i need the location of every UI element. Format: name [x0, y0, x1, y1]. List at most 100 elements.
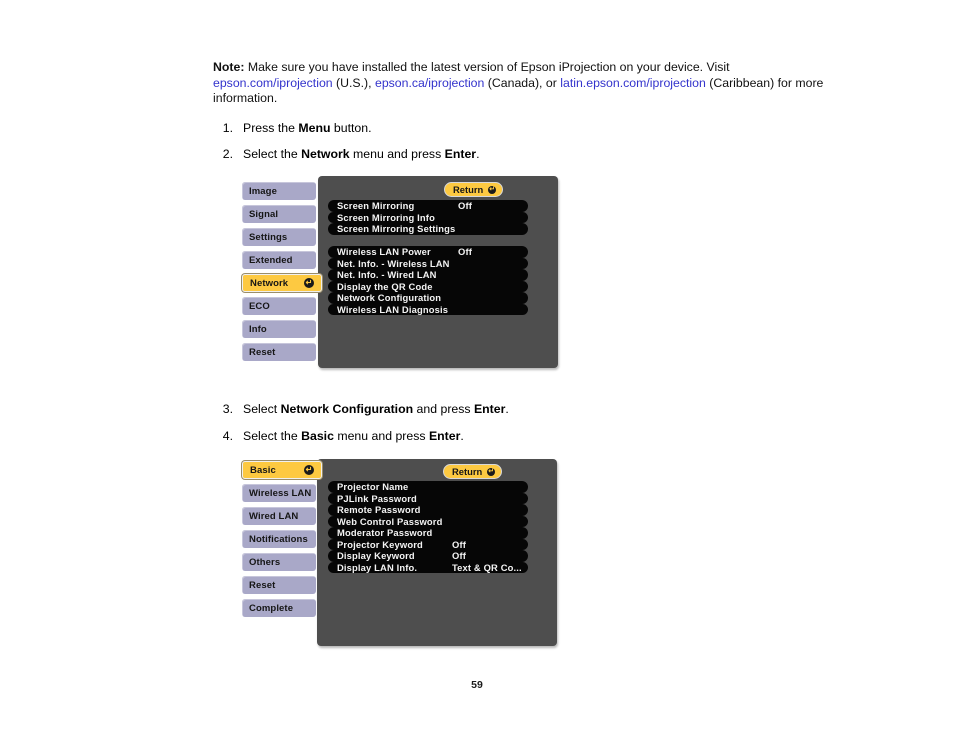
- step-text-mid: and press: [413, 402, 474, 416]
- osd-item-value: Off: [452, 538, 466, 550]
- step-item-2: 2. Select the Network menu and press Ente…: [213, 147, 833, 163]
- osd-item-label: Display LAN Info.: [337, 561, 418, 573]
- osd-menu-item-projector-name[interactable]: Projector Name: [328, 481, 528, 493]
- return-label: Return: [452, 466, 483, 477]
- osd-menu-group-1: Projector Name PJLink Password Remote Pa…: [328, 481, 528, 573]
- step-bold-1: Network: [301, 147, 350, 162]
- step-text-pre: Press the: [243, 120, 299, 135]
- osd-tab-label: Image: [249, 185, 277, 197]
- osd-tab-label: Basic: [250, 464, 276, 476]
- osd-tab-others[interactable]: Others: [242, 552, 324, 572]
- steps-list-1: 1. Press the Menu button. 2. Select the Ne…: [213, 121, 833, 163]
- osd-item-label: Screen Mirroring: [337, 200, 415, 212]
- osd-item-value: Off: [458, 200, 472, 212]
- page-number: 59: [471, 679, 483, 691]
- osd-menu-item-net-info-wireless-lan[interactable]: Net. Info. - Wireless LAN: [328, 257, 528, 269]
- step-item-4: 4. Select the Basic menu and press Enter.: [213, 429, 833, 445]
- osd-menu-item-net-info-wired-lan[interactable]: Net. Info. - Wired LAN: [328, 269, 528, 281]
- osd-tab-notifications[interactable]: Notifications: [242, 529, 324, 549]
- osd-item-label: Wireless LAN Power: [337, 246, 431, 258]
- osd-item-value: Text & QR Co...: [452, 561, 522, 573]
- osd-menu-item-remote-password[interactable]: Remote Password: [328, 504, 528, 516]
- osd-item-value: Off: [458, 246, 472, 258]
- osd-menu-item-network-configuration[interactable]: Network Configuration: [328, 292, 528, 304]
- osd-tab-eco[interactable]: ECO: [242, 296, 324, 316]
- osd-menu-item-wireless-lan-power[interactable]: Wireless LAN Power Off: [328, 246, 528, 258]
- osd-item-label: Wireless LAN Diagnosis: [337, 303, 449, 315]
- osd-item-label: Network Configuration: [337, 292, 442, 304]
- osd-tab-complete[interactable]: Complete: [242, 598, 324, 618]
- osd-tab-label: Signal: [249, 208, 279, 220]
- step-number: 2.: [222, 147, 233, 162]
- osd-tab-network[interactable]: Network ↵: [242, 274, 331, 294]
- step-number: 3.: [222, 402, 233, 416]
- osd-item-label: Remote Password: [337, 504, 421, 516]
- osd-tab-label: Complete: [249, 602, 294, 614]
- osd-item-label: Display the QR Code: [337, 280, 433, 292]
- osd-menu-item-screen-mirroring-settings[interactable]: Screen Mirroring Settings: [328, 223, 528, 235]
- osd-tab-info[interactable]: Info: [242, 319, 324, 339]
- link-epson-ca-iprojection[interactable]: epson.ca/iprojection: [375, 76, 484, 90]
- osd-menu-group-1: Screen Mirroring Off Screen Mirroring In…: [328, 200, 528, 235]
- osd-menu-item-web-control-password[interactable]: Web Control Password: [328, 515, 528, 527]
- osd-tab-signal[interactable]: Signal: [242, 204, 324, 224]
- link-latin-epson-com-iprojection[interactable]: latin.epson.com/iprojection: [560, 76, 706, 90]
- osd-tab-label: Info: [249, 323, 267, 335]
- osd-tab-settings[interactable]: Settings: [242, 227, 324, 247]
- osd-menu-item-display-the-qr-code[interactable]: Display the QR Code: [328, 280, 528, 292]
- osd-tab-wired-lan[interactable]: Wired LAN: [242, 506, 324, 526]
- osd-menu-item-wireless-lan-diagnosis[interactable]: Wireless LAN Diagnosis: [328, 303, 528, 315]
- osd-tab-label: Extended: [249, 254, 293, 266]
- step-number: 1.: [222, 120, 233, 135]
- osd-tab-reset[interactable]: Reset: [242, 342, 324, 362]
- osd-item-label: Net. Info. - Wired LAN: [337, 269, 437, 281]
- osd-item-label: Moderator Password: [337, 527, 433, 539]
- osd-item-label: Projector Keyword: [337, 538, 423, 550]
- osd-tab-wireless-lan[interactable]: Wireless LAN: [242, 483, 324, 503]
- step-text-mid: menu and press: [349, 147, 445, 162]
- osd-item-label: Net. Info. - Wireless LAN: [337, 257, 450, 269]
- osd-item-label: Display Keyword: [337, 550, 415, 562]
- osd-tab-reset[interactable]: Reset: [242, 575, 324, 595]
- return-button[interactable]: Return ↵: [443, 464, 503, 479]
- step-bold-1: Menu: [298, 120, 331, 135]
- osd-item-value: Off: [452, 550, 466, 562]
- note-text-3: (Canada), or: [484, 75, 561, 90]
- link-epson-com-iprojection[interactable]: epson.com/iprojection: [213, 76, 333, 90]
- osd-tab-label: ECO: [249, 300, 270, 312]
- step-text-mid: button.: [330, 120, 372, 135]
- osd-menu-item-screen-mirroring[interactable]: Screen Mirroring Off: [328, 200, 528, 212]
- osd-menu-group-2: Wireless LAN Power Off Net. Info. - Wire…: [328, 246, 528, 315]
- osd-item-label: PJLink Password: [337, 492, 417, 504]
- step-item-3: 3. Select Network Configuration and press…: [213, 402, 833, 418]
- osd-item-label: Web Control Password: [337, 515, 443, 527]
- osd-tab-label: Wired LAN: [249, 510, 299, 522]
- step-text-pre: Select: [243, 402, 281, 416]
- osd-tab-basic[interactable]: Basic ↵: [242, 461, 331, 481]
- step-text-pre: Select the: [243, 428, 302, 443]
- osd-menu-item-projector-keyword[interactable]: Projector Keyword Off: [328, 538, 528, 550]
- osd-tab-label: Reset: [249, 579, 276, 591]
- osd-menu-item-display-lan-info[interactable]: Display LAN Info. Text & QR Co...: [328, 561, 528, 573]
- note-text-1: Make sure you have installed the latest …: [244, 60, 730, 74]
- osd-tab-label: Network: [250, 277, 289, 289]
- osd-menu-item-screen-mirroring-info[interactable]: Screen Mirroring Info: [328, 211, 528, 223]
- osd-menu-item-pjlink-password[interactable]: PJLink Password: [328, 492, 528, 504]
- step-bold-2: Enter: [444, 147, 477, 162]
- osd-tab-strip: Image Signal Settings Extended Network ↵…: [242, 181, 331, 366]
- step-text-post: .: [476, 147, 480, 162]
- document-body: Note: Make sure you have installed the l…: [213, 60, 833, 163]
- osd-item-label: Projector Name: [337, 481, 409, 493]
- osd-tab-image[interactable]: Image: [242, 181, 324, 201]
- step-bold-2: Enter: [428, 428, 461, 443]
- osd-menu-item-moderator-password[interactable]: Moderator Password: [328, 527, 528, 539]
- note-label: Note:: [213, 60, 245, 74]
- return-label: Return: [453, 184, 484, 195]
- osd-tab-extended[interactable]: Extended: [242, 250, 324, 270]
- return-button[interactable]: Return ↵: [444, 182, 504, 197]
- step-bold-1: Basic: [301, 428, 334, 443]
- note-text-2: (U.S.),: [332, 75, 375, 90]
- osd-menu-item-display-keyword[interactable]: Display Keyword Off: [328, 550, 528, 562]
- osd-tab-label: Settings: [249, 231, 288, 243]
- osd-tab-label: Reset: [249, 346, 276, 358]
